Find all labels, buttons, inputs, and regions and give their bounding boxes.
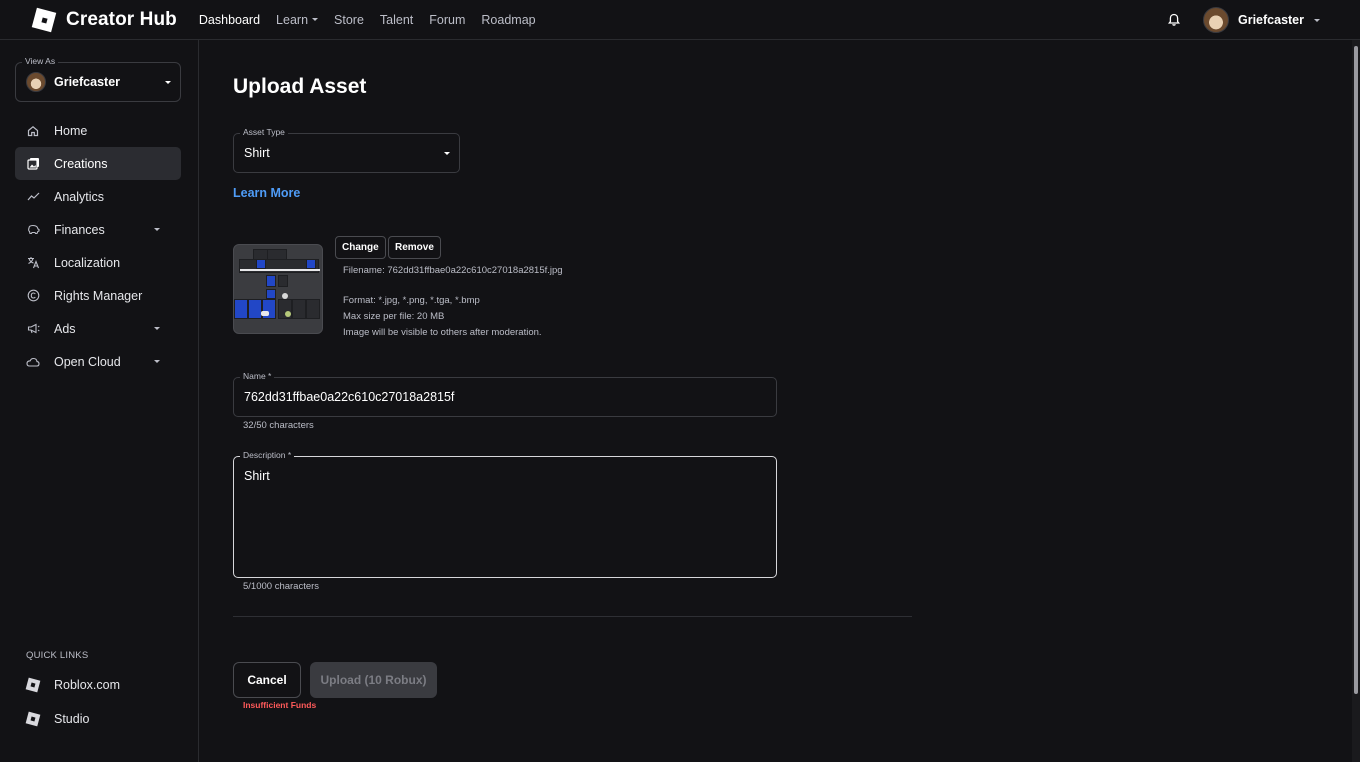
sidebar-item-analytics[interactable]: Analytics (15, 180, 181, 213)
max-size-text: Max size per file: 20 MB (343, 311, 445, 322)
sidebar-item-label: Open Cloud (54, 354, 121, 369)
name-field[interactable]: Name * 762dd31ffbae0a22c610c27018a2815f (233, 371, 777, 417)
description-field-value: Shirt (244, 469, 270, 483)
page-title: Upload Asset (233, 75, 367, 98)
sidebar-item-label: Home (54, 123, 88, 138)
divider (233, 616, 912, 617)
name-field-value: 762dd31ffbae0a22c610c27018a2815f (244, 390, 455, 404)
learn-more-link[interactable]: Learn More (233, 186, 300, 200)
topnav-roadmap[interactable]: Roadmap (481, 13, 535, 27)
user-name[interactable]: Griefcaster (1238, 13, 1304, 27)
description-field-label: Description * (240, 450, 295, 460)
name-char-count: 32/50 characters (243, 420, 314, 431)
chevron-down-icon (312, 18, 319, 21)
upload-button[interactable]: Upload (10 Robux) (310, 662, 437, 698)
sidebar-item-open-cloud[interactable]: Open Cloud (15, 345, 181, 378)
scrollbar-thumb[interactable] (1354, 46, 1358, 694)
quick-link-label: Studio (54, 712, 90, 726)
brand-title: Creator Hub (66, 8, 177, 30)
quick-links-title: QUICK LINKS (26, 650, 89, 661)
topnav-store[interactable]: Store (334, 13, 364, 27)
topnav-roadmap-label: Roadmap (481, 12, 536, 27)
home-icon (26, 124, 40, 138)
topnav-learn[interactable]: Learn (276, 12, 319, 27)
roblox-logo-icon (32, 8, 56, 32)
megaphone-icon (26, 322, 40, 336)
sidebar: View As Griefcaster Home Creations Analy… (0, 40, 199, 762)
quick-link-roblox[interactable]: Roblox.com (15, 668, 181, 702)
scrollbar[interactable] (1352, 40, 1360, 762)
sidebar-item-label: Finances (54, 222, 105, 237)
moderation-notice: Image will be visible to others after mo… (343, 327, 542, 338)
view-as-select[interactable]: View As Griefcaster (15, 56, 181, 102)
view-as-label: View As (22, 56, 59, 66)
sidebar-item-ads[interactable]: Ads (15, 312, 181, 345)
roblox-logo-icon (25, 677, 41, 693)
sidebar-item-creations[interactable]: Creations (15, 147, 181, 180)
analytics-icon (26, 190, 40, 204)
topnav-talent[interactable]: Talent (380, 13, 413, 27)
topnav-store-label: Store (334, 12, 364, 27)
sidebar-item-rights-manager[interactable]: Rights Manager (15, 279, 181, 312)
chevron-down-icon[interactable] (1314, 18, 1320, 22)
topnav-forum-label: Forum (429, 12, 466, 27)
topnav-talent-label: Talent (379, 12, 414, 27)
finances-icon (26, 223, 40, 237)
asset-preview-image (233, 244, 323, 334)
sidebar-item-label: Rights Manager (54, 288, 143, 303)
view-as-name: Griefcaster (54, 75, 121, 89)
cloud-icon (26, 355, 40, 369)
insufficient-funds-error: Insufficient Funds (243, 700, 317, 710)
asset-type-value: Shirt (244, 146, 270, 160)
notification-bell-icon[interactable] (1167, 13, 1181, 27)
user-area: Griefcaster (1167, 0, 1320, 40)
avatar[interactable] (1202, 7, 1229, 33)
name-field-label: Name * (240, 371, 275, 381)
topnav-learn-label: Learn (276, 12, 309, 27)
chevron-down-icon (154, 228, 160, 231)
sidebar-item-home[interactable]: Home (15, 114, 181, 147)
topnav-dashboard[interactable]: Dashboard (199, 13, 260, 27)
topnav-forum[interactable]: Forum (429, 13, 465, 27)
quick-link-studio[interactable]: Studio (15, 702, 181, 736)
asset-type-label: Asset Type (240, 127, 288, 137)
chevron-down-icon (154, 327, 160, 330)
cancel-button[interactable]: Cancel (233, 662, 301, 698)
sidebar-item-localization[interactable]: Localization (15, 246, 181, 279)
asset-type-select[interactable]: Asset Type Shirt (233, 127, 460, 173)
sidebar-item-label: Localization (54, 255, 121, 270)
copyright-icon (26, 289, 40, 303)
chevron-down-icon (444, 152, 450, 155)
translate-icon (26, 256, 40, 270)
top-navigation-bar: Creator Hub Dashboard Learn Store Talent… (0, 0, 1360, 40)
main-content: Upload Asset Asset Type Shirt Learn More… (233, 40, 1333, 762)
filename-text: Filename: 762dd31ffbae0a22c610c27018a281… (343, 265, 563, 276)
sidebar-nav: Home Creations Analytics Finances Locali… (15, 114, 181, 378)
studio-logo-icon (25, 711, 41, 727)
format-text: Format: *.jpg, *.png, *.tga, *.bmp (343, 295, 480, 306)
description-field[interactable]: Description * Shirt (233, 450, 777, 578)
quick-links: Roblox.com Studio (15, 668, 181, 736)
sidebar-item-label: Creations (54, 156, 108, 171)
topnav-dashboard-label: Dashboard (198, 12, 261, 27)
brand-link[interactable]: Creator Hub (32, 8, 177, 32)
avatar (26, 72, 46, 92)
change-file-button[interactable]: Change (335, 236, 386, 259)
description-char-count: 5/1000 characters (243, 581, 320, 592)
quick-link-label: Roblox.com (54, 678, 120, 692)
top-nav-links: Dashboard Learn Store Talent Forum Roadm… (199, 13, 552, 27)
sidebar-item-label: Ads (54, 321, 76, 336)
sidebar-item-finances[interactable]: Finances (15, 213, 181, 246)
chevron-down-icon (154, 360, 160, 363)
creations-icon (26, 157, 40, 171)
remove-file-button[interactable]: Remove (388, 236, 441, 259)
sidebar-item-label: Analytics (54, 189, 105, 204)
chevron-down-icon (165, 81, 171, 84)
